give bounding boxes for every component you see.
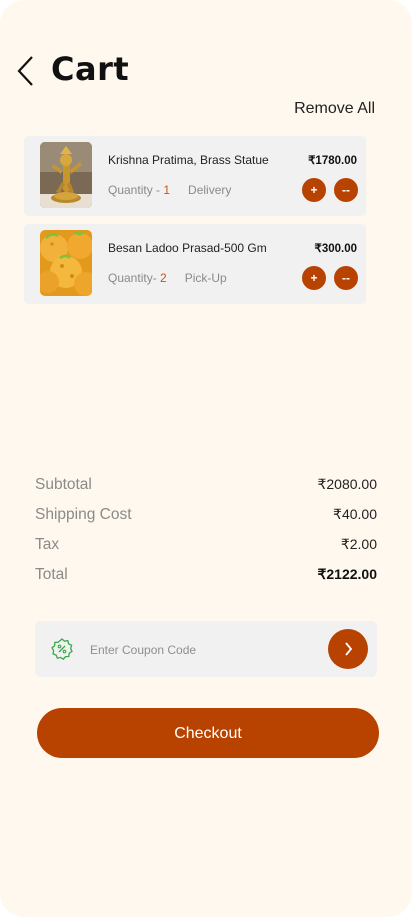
fulfillment-mode: Pick-Up: [184, 271, 227, 285]
total-label: Total: [35, 566, 68, 583]
subtotal-row: Subtotal ₹2080.00: [35, 476, 377, 494]
item-price: ₹300.00: [314, 243, 358, 255]
shipping-label: Shipping Cost: [35, 506, 132, 523]
subtotal-value: ₹2080.00: [317, 476, 377, 492]
cart-screen: Cart Remove All Krishna Pratima, Brass S…: [0, 0, 412, 917]
quantity-label: Quantity-: [108, 271, 161, 285]
item-price: ₹1780.00: [308, 155, 357, 167]
decrease-quantity-button[interactable]: --: [334, 178, 358, 202]
quantity-label: Quantity -: [108, 183, 164, 197]
back-button[interactable]: [14, 54, 40, 88]
coupon-code-input[interactable]: [88, 637, 322, 663]
checkout-button[interactable]: Checkout: [37, 708, 379, 758]
besan-ladoo-image: [40, 230, 92, 296]
cart-item: Krishna Pratima, Brass Statue Quantity -…: [24, 136, 366, 216]
item-meta: Quantity - 1 Delivery: [108, 183, 231, 197]
coupon-percent-icon: [51, 638, 73, 660]
shipping-value: ₹40.00: [333, 506, 377, 522]
cart-item: Besan Ladoo Prasad-500 Gm Quantity- 2 Pic…: [24, 224, 366, 304]
chevron-right-icon: [345, 642, 353, 656]
item-meta: Quantity- 2 Pick-Up: [108, 271, 227, 285]
total-value: ₹2122.00: [317, 566, 377, 582]
coupon-field: [35, 621, 377, 677]
increase-quantity-button[interactable]: +: [302, 266, 326, 290]
remove-all-button[interactable]: Remove All: [294, 100, 375, 118]
quantity-value: 2: [160, 271, 167, 285]
page-title: Cart: [51, 50, 130, 88]
decrease-quantity-button[interactable]: --: [334, 266, 358, 290]
brass-statue-image: [40, 142, 92, 208]
item-name: Krishna Pratima, Brass Statue: [108, 153, 269, 167]
increase-quantity-button[interactable]: +: [302, 178, 326, 202]
tax-row: Tax ₹2.00: [35, 536, 377, 554]
fulfillment-mode: Delivery: [188, 183, 232, 197]
subtotal-label: Subtotal: [35, 476, 92, 493]
chevron-left-icon: [17, 56, 33, 86]
tax-value: ₹2.00: [340, 536, 377, 552]
item-name: Besan Ladoo Prasad-500 Gm: [108, 241, 267, 255]
quantity-value: 1: [163, 183, 171, 197]
tax-label: Tax: [35, 536, 60, 553]
apply-coupon-button[interactable]: [328, 629, 368, 669]
shipping-row: Shipping Cost ₹40.00: [35, 506, 377, 524]
total-row: Total ₹2122.00: [35, 566, 377, 584]
